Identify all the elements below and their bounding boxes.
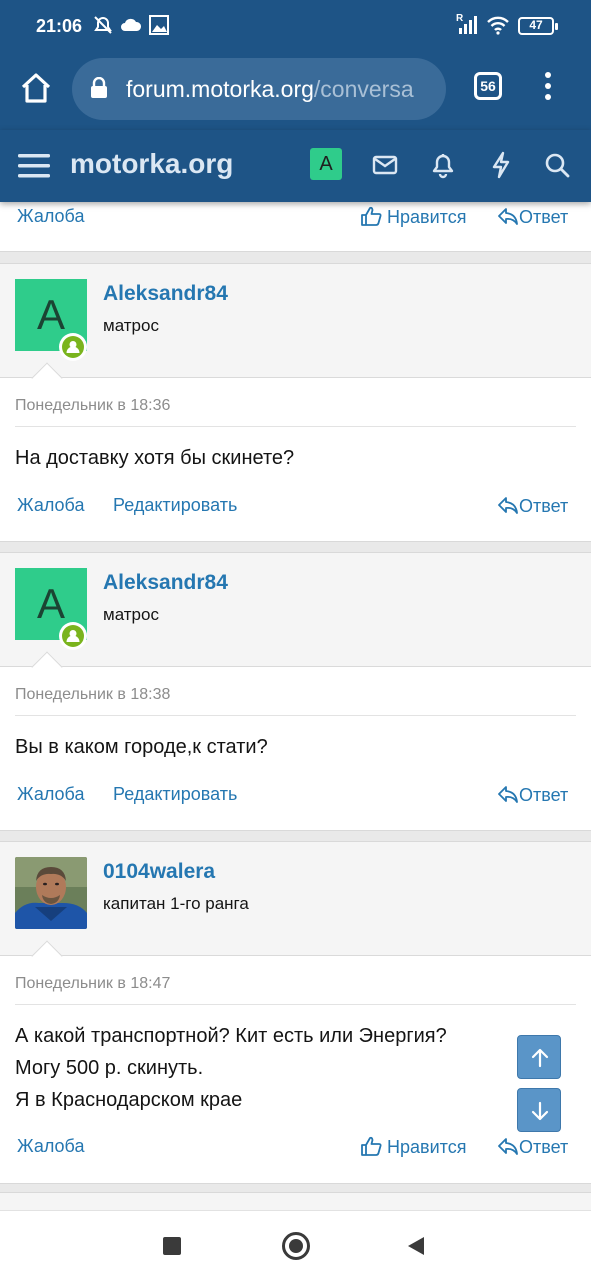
conversation-thread: Жалоба Нравится Ответ A Aleksandr84 матр… (0, 202, 591, 1210)
message-post: A Aleksandr84 матрос Понедельник в 18:38… (0, 552, 591, 831)
previous-post-footer: Жалоба Нравится Ответ (0, 202, 591, 252)
post-date[interactable]: Понедельник в 18:36 (15, 397, 170, 415)
battery-icon: 47 (518, 17, 558, 35)
author-username[interactable]: 0104walera (103, 860, 215, 884)
author-username[interactable]: Aleksandr84 (103, 571, 228, 595)
signal-icon (459, 16, 477, 34)
cloud-icon (121, 18, 142, 31)
author-rank: капитан 1-го ранга (103, 894, 249, 913)
reply-icon (498, 1138, 518, 1155)
user-avatar[interactable]: A (310, 148, 342, 180)
message-body: Вы в каком городе,к стати? (15, 731, 268, 763)
divider (15, 715, 576, 716)
author-username[interactable]: Aleksandr84 (103, 282, 228, 306)
url-domain: forum.motorka.org (126, 76, 314, 102)
edit-link[interactable]: Редактировать (113, 784, 237, 805)
browser-menu-icon[interactable] (538, 70, 558, 102)
url-text: forum.motorka.org/conversa (126, 76, 414, 103)
message-post: A Aleksandr84 матрос Понедельник в 18:36… (0, 263, 591, 542)
reply-link[interactable]: Ответ (497, 1136, 568, 1158)
status-bar: 21:06 R 47 (0, 0, 591, 56)
alarm-off-icon (94, 16, 112, 34)
arrow-down-icon (531, 1101, 549, 1121)
home-icon[interactable] (282, 1232, 310, 1260)
reply-icon (498, 208, 518, 225)
message-line: Вы в каком городе,к стати? (15, 736, 268, 758)
wifi-icon (487, 16, 509, 35)
report-link[interactable]: Жалоба (17, 206, 84, 227)
post-actions: Жалоба Редактировать Ответ (0, 491, 591, 521)
post-actions: Жалоба Редактировать Ответ (0, 780, 591, 810)
lock-icon (91, 77, 107, 98)
like-link[interactable]: Нравится (360, 1136, 466, 1158)
profile-photo (15, 857, 87, 929)
post-author-block: 0104walera капитан 1-го ранга (0, 842, 591, 956)
scroll-up-button[interactable] (517, 1035, 561, 1079)
url-bar[interactable]: forum.motorka.org/conversa (72, 58, 446, 120)
report-link[interactable]: Жалоба (17, 1136, 84, 1157)
author-rank: матрос (103, 316, 159, 335)
like-label: Нравится (387, 207, 467, 227)
reply-link[interactable]: Ответ (497, 495, 568, 517)
next-post-edge (0, 1192, 591, 1210)
online-status-icon (59, 622, 87, 650)
image-icon (149, 15, 169, 35)
tab-count-button[interactable]: 56 (474, 72, 502, 100)
message-line: На доставку хотя бы скинете? (15, 447, 295, 469)
browser-home-icon[interactable] (18, 70, 54, 106)
lightning-icon[interactable] (486, 150, 516, 180)
url-path: /conversa (313, 76, 414, 102)
post-author-block: A Aleksandr84 матрос (0, 264, 591, 378)
message-body: На доставку хотя бы скинете? (15, 442, 294, 474)
report-link[interactable]: Жалоба (17, 784, 84, 805)
message-line: Я в Краснодарском крае (15, 1089, 243, 1111)
reply-link[interactable]: Ответ (497, 784, 568, 806)
post-actions: Жалоба Нравится Ответ (0, 1132, 591, 1162)
recents-icon[interactable] (163, 1237, 181, 1255)
post-actions: Жалоба Нравится Ответ (0, 202, 591, 232)
reply-label: Ответ (519, 207, 569, 227)
site-logo[interactable]: motorka.org (70, 148, 233, 180)
post-date[interactable]: Понедельник в 18:47 (15, 975, 170, 993)
reply-label: Ответ (519, 1137, 569, 1157)
post-date[interactable]: Понедельник в 18:38 (15, 686, 170, 704)
battery-level: 47 (529, 18, 543, 32)
site-header: motorka.org A (0, 130, 591, 202)
scroll-down-button[interactable] (517, 1088, 561, 1132)
reply-icon (498, 786, 518, 803)
reply-icon (498, 497, 518, 514)
hamburger-menu-icon[interactable] (18, 150, 50, 182)
divider (15, 1004, 576, 1005)
status-time: 21:06 (36, 16, 83, 36)
message-body: А какой транспортной? Кит есть или Энерг… (15, 1020, 447, 1116)
search-icon[interactable] (542, 150, 572, 180)
back-icon[interactable] (406, 1235, 426, 1257)
message-line: Могу 500 р. скинуть. (15, 1057, 204, 1079)
author-rank: матрос (103, 605, 159, 624)
system-navigation-bar (0, 1210, 591, 1280)
thumbs-up-icon (361, 1136, 382, 1156)
browser-toolbar: forum.motorka.org/conversa 56 (0, 56, 591, 130)
message-post: 0104walera капитан 1-го ранга Понедельни… (0, 841, 591, 1184)
reply-label: Ответ (519, 785, 569, 805)
report-link[interactable]: Жалоба (17, 495, 84, 516)
like-link[interactable]: Нравится (360, 206, 466, 228)
bell-icon[interactable] (428, 150, 458, 180)
message-line: А какой транспортной? Кит есть или Энерг… (15, 1025, 447, 1047)
online-status-icon (59, 333, 87, 361)
post-author-block: A Aleksandr84 матрос (0, 553, 591, 667)
reply-label: Ответ (519, 496, 569, 516)
like-label: Нравится (387, 1137, 467, 1157)
arrow-up-icon (531, 1048, 549, 1068)
divider (15, 426, 576, 427)
reply-link[interactable]: Ответ (497, 206, 568, 228)
inbox-icon[interactable] (370, 150, 400, 180)
thumbs-up-icon (361, 206, 382, 226)
author-avatar[interactable] (15, 857, 87, 929)
edit-link[interactable]: Редактировать (113, 495, 237, 516)
